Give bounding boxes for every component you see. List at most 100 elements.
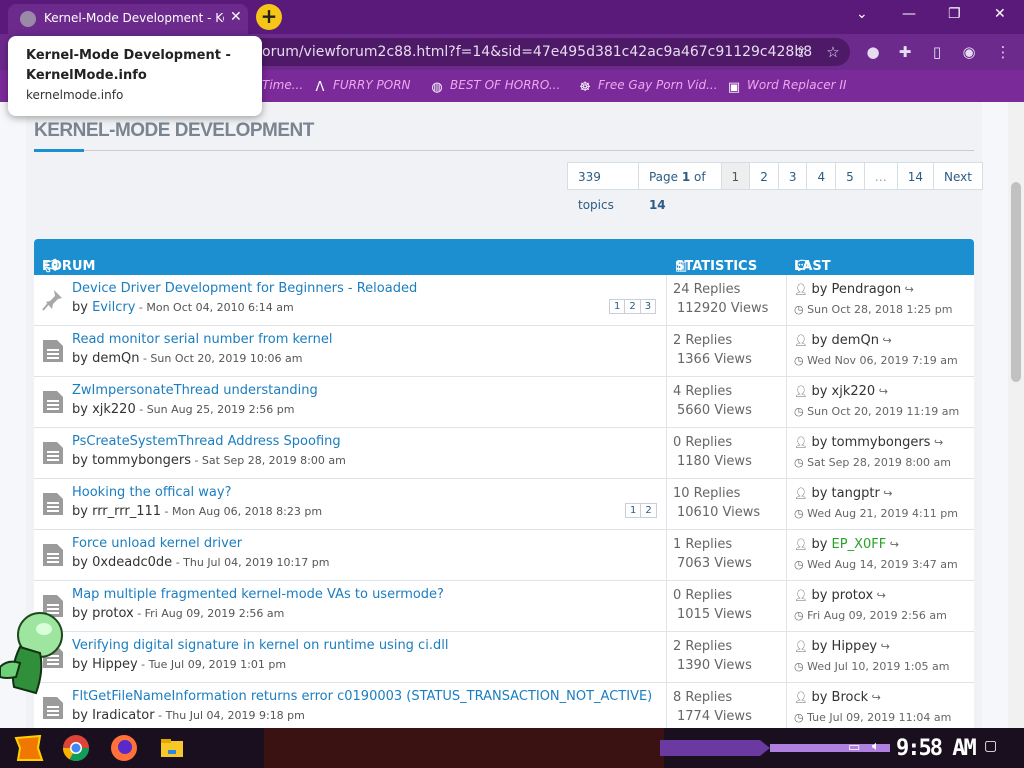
topic-page-link[interactable]: 2 <box>640 503 657 518</box>
topic-date: - Fri Aug 09, 2019 2:56 am <box>137 607 285 620</box>
goto-post-icon[interactable]: ↪ <box>890 538 899 551</box>
profile-icon[interactable]: ◉ <box>960 43 978 61</box>
notification-icon[interactable]: ▢ <box>984 738 997 754</box>
topic-author-link[interactable]: rrr_rrr_111 <box>92 504 161 519</box>
topic-title-link[interactable]: Device Driver Development for Beginners … <box>72 281 417 296</box>
clock-icon: ◷ <box>794 660 808 673</box>
statistics-cell: 2 Replies 1366 Views <box>667 326 787 376</box>
topic-row: Hooking the offical way? by rrr_rrr_111 … <box>34 479 974 530</box>
goto-post-icon[interactable]: ↪ <box>879 385 888 398</box>
taskbar-clock[interactable]: 9:58 AM <box>896 736 977 761</box>
topic-author-link[interactable]: Iradicator <box>92 708 155 723</box>
topic-title-link[interactable]: Read monitor serial number from kernel <box>72 332 333 347</box>
topic-title-link[interactable]: PsCreateSystemThread Address Spoofing <box>72 434 341 449</box>
clock-icon: ◷ <box>794 405 808 418</box>
topic-author-link[interactable]: demQn <box>92 351 139 366</box>
new-tab-button[interactable]: + <box>256 4 282 30</box>
bookmark-item[interactable]: Λ FURRY PORN <box>313 78 411 95</box>
page-link[interactable]: 3 <box>777 162 808 190</box>
bookmark-item[interactable]: Time... <box>262 78 303 92</box>
tab-search-icon[interactable]: ⌄ <box>856 6 868 22</box>
window-close-icon[interactable]: ✕ <box>994 6 1006 22</box>
topic-author-link[interactable]: 0xdeadc0de <box>92 555 172 570</box>
forum-content: KERNEL-MODE DEVELOPMENT 339 topics Page … <box>26 102 983 734</box>
last-post-user-link[interactable]: Brock <box>832 690 869 705</box>
browser-tab[interactable]: Kernel-Mode Development - KernelMode.inf… <box>8 4 248 34</box>
last-post-author: 👤︎ by Brock ↪ <box>794 690 881 705</box>
topic-date: - Sat Sep 28, 2019 8:00 am <box>194 454 346 467</box>
share-icon[interactable]: ⇪ <box>792 43 810 61</box>
page-link[interactable]: 4 <box>806 162 837 190</box>
topic-meta: by xjk220 - Sun Aug 25, 2019 2:56 pm <box>72 402 295 417</box>
topic-title-link[interactable]: Verifying digital signature in kernel on… <box>72 638 448 653</box>
puzzle-extensions-icon[interactable]: ✚ <box>896 43 914 61</box>
replies-count: 2 Replies <box>673 333 733 348</box>
file-explorer-taskbar-icon[interactable] <box>156 732 188 764</box>
topic-page-link[interactable]: 1 <box>625 503 642 518</box>
volume-icon[interactable]: 🔈︎ <box>872 739 880 754</box>
menu-dots-icon[interactable]: ⋮ <box>994 43 1012 61</box>
bookmark-item[interactable]: ☸ Free Gay Porn Vid... <box>578 78 717 95</box>
topic-title-link[interactable]: Hooking the offical way? <box>72 485 232 500</box>
vertical-scrollbar[interactable] <box>1008 102 1024 728</box>
last-post-author: 👤︎ by protox ↪ <box>794 588 886 603</box>
topic-cell: PsCreateSystemThread Address Spoofing by… <box>34 428 667 478</box>
page-indicator[interactable]: Page 1 of 14 <box>637 162 722 212</box>
last-post-cell: 👤︎ by tangptr ↪ ◷ Wed Aug 21, 2019 4:11 … <box>787 479 974 529</box>
topic-page-link[interactable]: 2 <box>624 299 641 314</box>
side-panel-icon[interactable]: ▯ <box>928 43 946 61</box>
bookmark-item[interactable]: ▣ Word Replacer II <box>727 78 847 95</box>
last-post-user-link[interactable]: Hippey <box>832 639 878 654</box>
topic-title-link[interactable]: Force unload kernel driver <box>72 536 242 551</box>
topic-author-link[interactable]: Evilcry <box>92 300 135 315</box>
last-post-user-link[interactable]: EP_X0FF <box>832 537 887 552</box>
topic-row: Map multiple fragmented kernel-mode VAs … <box>34 581 974 632</box>
topic-page-link[interactable]: 1 <box>609 299 626 314</box>
star-icon[interactable]: ☆ <box>824 43 842 61</box>
restore-icon[interactable]: ❐ <box>948 6 961 22</box>
user-icon: 👤︎ <box>794 334 812 347</box>
goto-post-icon[interactable]: ↪ <box>883 487 892 500</box>
last-post-user-link[interactable]: demQn <box>832 333 879 348</box>
last-post-user-link[interactable]: tangptr <box>832 486 880 501</box>
goto-post-icon[interactable]: ↪ <box>934 436 943 449</box>
last-post-user-link[interactable]: tommybongers <box>832 435 931 450</box>
firefox-taskbar-icon[interactable] <box>108 732 140 764</box>
goto-post-icon[interactable]: ↪ <box>872 691 881 704</box>
page-link[interactable]: 5 <box>835 162 865 190</box>
replies-count: 0 Replies <box>673 435 733 450</box>
start-button[interactable] <box>12 732 44 764</box>
next-page-button[interactable]: Next <box>933 162 983 190</box>
scrollbar-thumb[interactable] <box>1011 182 1021 382</box>
character-sticker <box>0 612 63 695</box>
goto-post-icon[interactable]: ↪ <box>905 283 914 296</box>
page-ellipsis[interactable]: … <box>863 162 898 190</box>
topic-author-link[interactable]: protox <box>92 606 134 621</box>
user-icon: 👤︎ <box>794 691 812 704</box>
minimize-icon[interactable]: — <box>902 6 916 22</box>
topic-title-link[interactable]: ZwImpersonateThread understanding <box>72 383 318 398</box>
topic-page-link[interactable]: 3 <box>639 299 657 314</box>
network-icon[interactable]: ▭ <box>848 740 860 755</box>
extension-avatar-icon[interactable]: ● <box>864 43 882 61</box>
topic-author-link[interactable]: tommybongers <box>92 453 191 468</box>
last-post-user-link[interactable]: protox <box>832 588 874 603</box>
topic-author-link[interactable]: xjk220 <box>92 402 136 417</box>
chrome-taskbar-icon[interactable] <box>60 732 92 764</box>
page-title[interactable]: KERNEL-MODE DEVELOPMENT <box>34 120 314 142</box>
topic-author-link[interactable]: Hippey <box>92 657 138 672</box>
last-post-user-link[interactable]: xjk220 <box>832 384 876 399</box>
bookmark-item[interactable]: ◍ BEST OF HORRO... <box>430 78 560 95</box>
page-link[interactable]: 2 <box>749 162 779 190</box>
goto-post-icon[interactable]: ↪ <box>881 640 890 653</box>
tab-close-icon[interactable]: ✕ <box>230 9 242 25</box>
topic-title-link[interactable]: FltGetFileNameInformation returns error … <box>72 689 652 704</box>
taskbar-decoration <box>264 728 890 768</box>
last-post-user-link[interactable]: Pendragon <box>832 282 902 297</box>
page-link[interactable]: 14 <box>896 162 935 190</box>
goto-post-icon[interactable]: ↪ <box>877 589 886 602</box>
topic-title-link[interactable]: Map multiple fragmented kernel-mode VAs … <box>72 587 444 602</box>
user-icon: 👤︎ <box>794 538 812 551</box>
topic-meta: by Evilcry - Mon Oct 04, 2010 6:14 am <box>72 300 294 315</box>
goto-post-icon[interactable]: ↪ <box>882 334 891 347</box>
